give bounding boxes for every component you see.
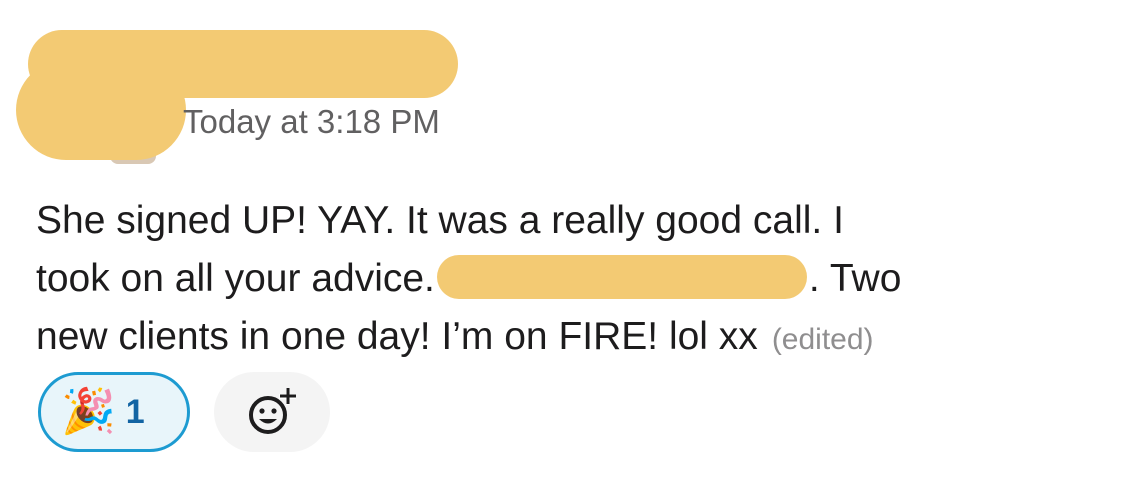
party-popper-icon: 🎉	[61, 387, 116, 436]
message-line-2-start: took on all your advice.	[36, 257, 435, 300]
redacted-sender-name	[28, 30, 458, 98]
add-reaction-button[interactable]	[214, 372, 330, 452]
reaction-count: 1	[125, 392, 145, 431]
message-body: She signed UP! YAY. It was a really good…	[36, 192, 1096, 369]
reaction-party-popper[interactable]: 🎉 1	[38, 372, 190, 452]
redacted-text	[436, 255, 807, 299]
message-line-3: new clients in one day! I’m on FIRE! lol…	[36, 308, 1096, 369]
message-line-1: She signed UP! YAY. It was a really good…	[36, 199, 844, 242]
edited-label: (edited)	[771, 323, 874, 356]
add-reaction-icon	[249, 388, 296, 434]
message-line-2-end: . Two	[808, 257, 902, 300]
message-line-3-text: new clients in one day! I’m on FIRE! lol…	[36, 315, 758, 358]
chat-message: Today at 3:18 PM She signed UP! YAY. It …	[0, 0, 1124, 495]
message-timestamp[interactable]: Today at 3:18 PM	[183, 103, 440, 141]
message-line-2: took on all your advice. . Two	[36, 250, 1096, 308]
